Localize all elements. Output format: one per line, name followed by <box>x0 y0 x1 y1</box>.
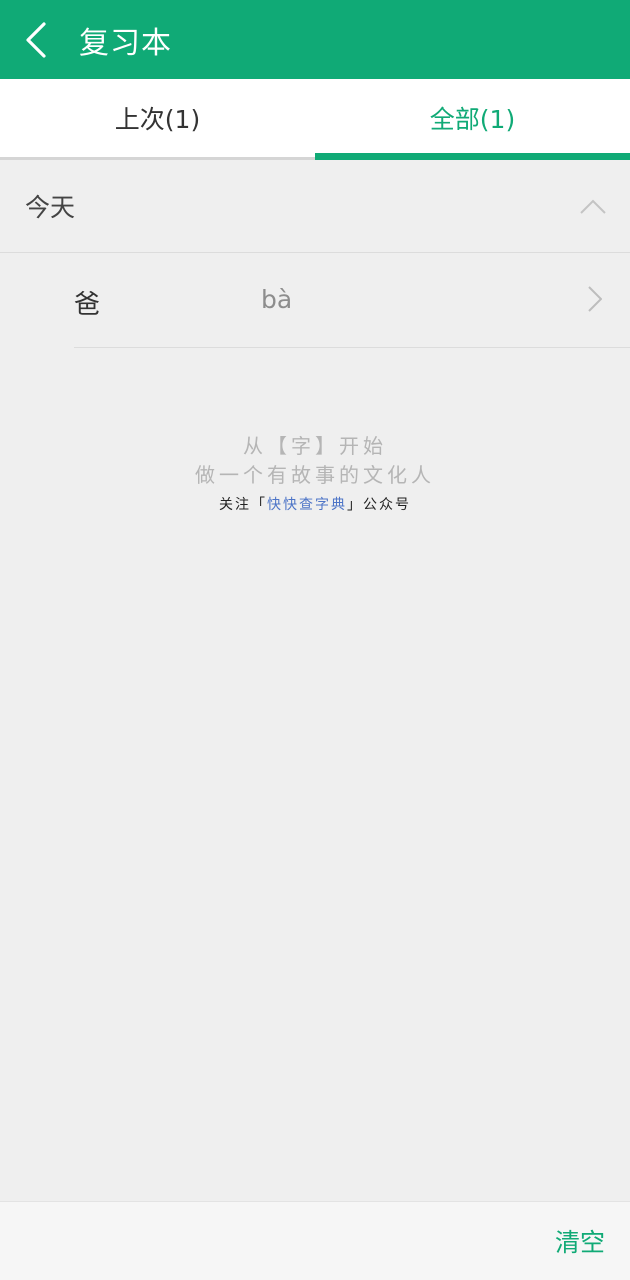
promo-follow-suffix: 」公众号 <box>347 497 411 513</box>
bottom-bar: 清空 <box>0 1201 630 1280</box>
promo-block: 从【字】开始 做一个有故事的文化人 关注「快快查字典」公众号 <box>0 432 630 514</box>
word-character: 爸 <box>74 290 101 320</box>
promo-follow-link[interactable]: 快快查字典 <box>267 497 347 513</box>
chevron-up-icon[interactable] <box>580 198 606 214</box>
promo-follow: 关注「快快查字典」公众号 <box>0 494 630 514</box>
promo-follow-prefix: 关注「 <box>219 497 267 513</box>
tab-last[interactable]: 上次(1) <box>0 79 315 157</box>
app-root: 复习本 上次(1) 全部(1) 今天 爸 bà 从【字】开始 做一个有故事的文化… <box>0 0 630 1280</box>
promo-line-1: 从【字】开始 <box>243 434 387 458</box>
page-title: 复习本 <box>79 25 172 61</box>
tab-all[interactable]: 全部(1) <box>315 79 630 160</box>
word-pinyin: bà <box>261 285 293 314</box>
section-title: 今天 <box>25 193 76 222</box>
section-header-today[interactable]: 今天 <box>0 160 630 253</box>
list-item[interactable]: 爸 bà <box>74 253 630 348</box>
promo-line-2: 做一个有故事的文化人 <box>195 463 435 487</box>
tab-bar: 上次(1) 全部(1) <box>0 79 630 160</box>
chevron-left-icon <box>26 21 46 58</box>
back-button[interactable] <box>0 0 70 79</box>
app-header: 复习本 <box>0 0 630 79</box>
clear-button[interactable]: 清空 <box>555 1223 605 1259</box>
chevron-right-icon <box>588 286 602 312</box>
